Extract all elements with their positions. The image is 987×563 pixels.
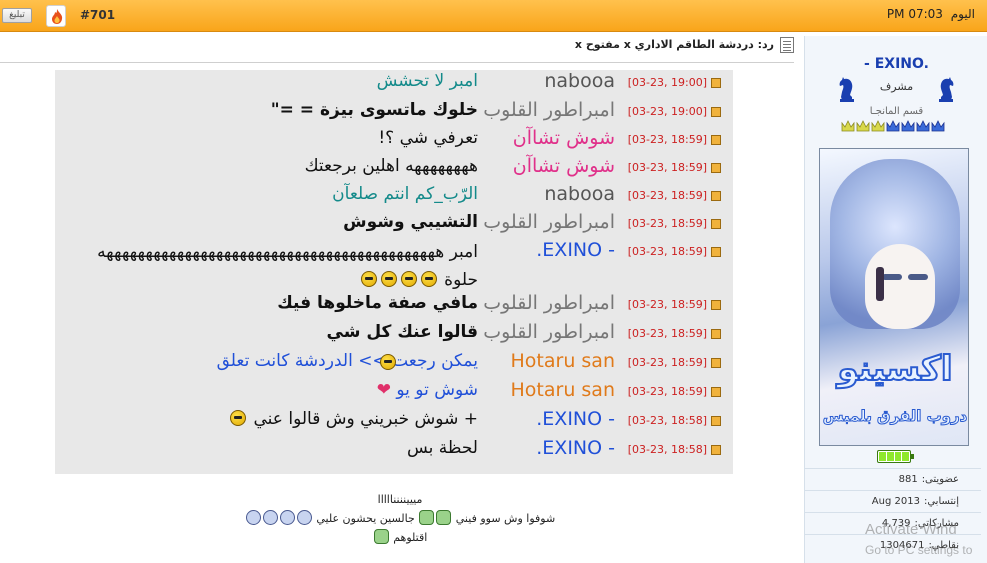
- shout-message: امبر لا تحشش: [376, 71, 478, 91]
- shout-icon: [711, 300, 721, 310]
- laughing-emoticon-icon: [400, 271, 417, 287]
- post-header-bar: اليوم 07:03 PM #701 تبليغ: [0, 0, 987, 32]
- shout-user-link[interactable]: nabooa: [544, 183, 615, 205]
- shout-message: يمكن رجعت >> الدردشة كانت تعلق: [216, 351, 478, 371]
- shout-message: لحظة بس: [406, 438, 478, 458]
- shout-user-link[interactable]: امبراطور القلوب: [483, 211, 615, 233]
- post-title: رد: دردشة الطاقم الاداري x مفتوح x: [400, 37, 794, 53]
- username-link[interactable]: - EXINO.: [805, 56, 987, 72]
- shout-icon: [711, 107, 721, 117]
- laughing-emoticon-icon: [380, 354, 396, 370]
- report-button[interactable]: تبليغ: [2, 8, 32, 23]
- shout-message: شوش تو يو ❤: [376, 380, 478, 400]
- stat-membership: عضويتى:881: [805, 468, 981, 490]
- shout-message: الرّب_كم انتم صلعآن: [332, 184, 478, 204]
- shout-message: قالوا عنك كل شي: [326, 322, 479, 342]
- shout-icon: [711, 387, 721, 397]
- shout-user-link[interactable]: nabooa: [544, 70, 615, 92]
- shoutbox-log[interactable]: [03-23, 19:00] nabooa امبر لا تحشش [03-2…: [55, 70, 733, 474]
- shout-icon: [711, 191, 721, 201]
- shout-user-link[interactable]: شوش تشاآن: [513, 155, 615, 177]
- smiley-icon: [419, 510, 435, 525]
- divider: [0, 62, 794, 63]
- shout-user-link[interactable]: امبراطور القلوب: [483, 321, 615, 343]
- shout-user-link[interactable]: Hotaru san: [511, 379, 615, 401]
- activate-windows-watermark: Activate Wind Go to PC settings to: [865, 521, 973, 557]
- shout-message: امبر ههههههههههههههههههههههههههههههههههه…: [97, 242, 478, 290]
- shout-message: خلوك ماتسوى بيزة = =": [270, 100, 478, 120]
- shout-user-link[interactable]: Hotaru san: [511, 350, 615, 372]
- crying-face-icon: [279, 510, 295, 525]
- shout-icon: [711, 358, 721, 368]
- laughing-emoticon-icon: [380, 271, 397, 287]
- shout-icon: [711, 219, 721, 229]
- fire-icon[interactable]: [46, 5, 66, 27]
- document-icon: [780, 37, 794, 53]
- user-info-panel: - EXINO. مشرف قسم المانجـا اكسينو دروب ا…: [804, 36, 987, 563]
- user-rank: مشرف: [879, 80, 914, 93]
- shout-user-link[interactable]: - EXINO.: [536, 408, 615, 430]
- avatar-logo-subtext: دروب الفرق بلمبس: [822, 407, 968, 426]
- crying-face-icon: [245, 510, 261, 525]
- shout-icon: [711, 135, 721, 145]
- shout-icon: [711, 445, 721, 455]
- shout-message: تعرفي شي ؟!: [378, 128, 478, 148]
- laughing-emoticon-icon: [230, 410, 247, 426]
- post-signature: ميييننننااااا شوفوا وش سوو فيني جالسين ي…: [150, 490, 650, 547]
- crying-face-icon: [296, 510, 312, 525]
- user-section: قسم المانجـا: [869, 106, 924, 117]
- avatar-logo-text: اكسينو: [836, 348, 953, 390]
- shout-icon: [711, 329, 721, 339]
- shout-icon: [711, 416, 721, 426]
- shout-user-link[interactable]: امبراطور القلوب: [483, 292, 615, 314]
- shout-message: ههههههههه اهلين برجعتك: [304, 156, 478, 176]
- rank-crowns: [841, 119, 951, 133]
- post-number-link[interactable]: #701: [80, 8, 115, 22]
- laughing-emoticon-icon: [360, 271, 377, 287]
- shout-icon: [711, 78, 721, 88]
- crying-face-icon: [262, 510, 278, 525]
- heart-icon: ❤: [376, 380, 391, 400]
- battery-icon: [877, 450, 914, 463]
- shout-user-link[interactable]: - EXINO.: [536, 239, 615, 261]
- user-avatar[interactable]: اكسينو دروب الفرق بلمبس: [819, 148, 969, 446]
- shout-user-link[interactable]: - EXINO.: [536, 437, 615, 459]
- laughing-emoticon-icon: [420, 271, 437, 287]
- smiley-icon: [436, 510, 452, 525]
- stat-joined: إنتسابي:Aug 2013: [805, 490, 981, 512]
- smiley-icon: [373, 529, 389, 544]
- post-date: اليوم 07:03 PM: [886, 7, 975, 21]
- shout-user-link[interactable]: شوش تشاآن: [513, 127, 615, 149]
- shout-icon: [711, 163, 721, 173]
- crown-icons: [841, 120, 945, 132]
- shout-icon: [711, 247, 721, 257]
- shout-message: التشيبي وشوش: [343, 212, 478, 232]
- shout-user-link[interactable]: امبراطور القلوب: [483, 99, 615, 121]
- shout-message: + شوش خبريني وش قالوا عني: [228, 409, 478, 429]
- shout-message: مافي صفة ماخلوها فيك: [277, 293, 478, 313]
